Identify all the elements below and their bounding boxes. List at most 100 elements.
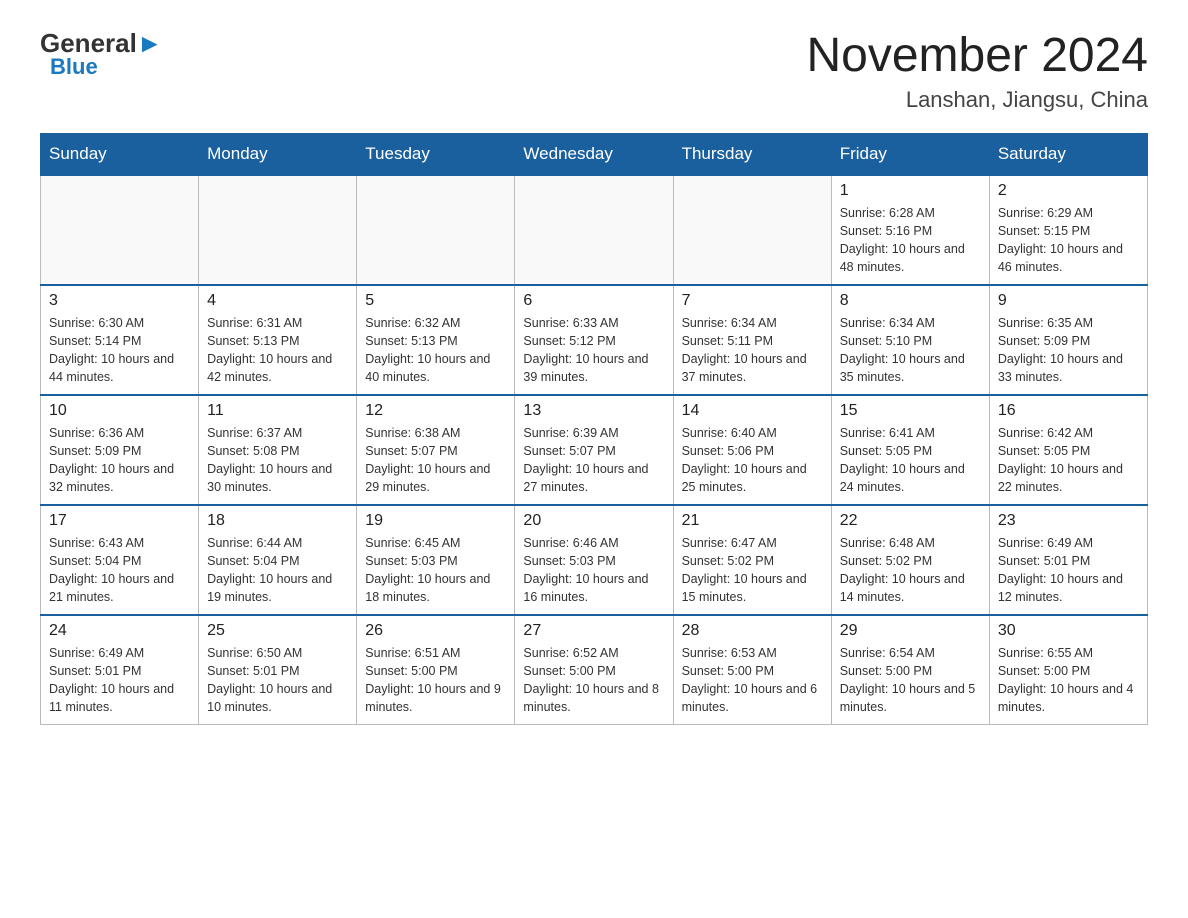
calendar-cell: 3Sunrise: 6:30 AM Sunset: 5:14 PM Daylig… xyxy=(41,285,199,395)
page-header: General► Blue November 2024 Lanshan, Jia… xyxy=(40,30,1148,113)
day-info: Sunrise: 6:34 AM Sunset: 5:11 PM Dayligh… xyxy=(682,314,823,387)
calendar-cell: 10Sunrise: 6:36 AM Sunset: 5:09 PM Dayli… xyxy=(41,395,199,505)
calendar-cell: 2Sunrise: 6:29 AM Sunset: 5:15 PM Daylig… xyxy=(989,175,1147,285)
calendar-cell: 11 Sunrise: 6:37 AM Sunset: 5:08 PM Dayli… xyxy=(199,395,357,505)
day-number: 22 xyxy=(840,512,981,530)
day-info: Sunrise: 6:47 AM Sunset: 5:02 PM Dayligh… xyxy=(682,534,823,607)
calendar-cell: 25Sunrise: 6:50 AM Sunset: 5:01 PM Dayli… xyxy=(199,615,357,725)
calendar-cell: 20Sunrise: 6:46 AM Sunset: 5:03 PM Dayli… xyxy=(515,505,673,615)
calendar-cell: 7 Sunrise: 6:34 AM Sunset: 5:11 PM Daylig… xyxy=(673,285,831,395)
calendar-cell xyxy=(515,175,673,285)
day-info: Sunrise: 6:54 AM Sunset: 5:00 PM Dayligh… xyxy=(840,644,981,717)
day-info: Sunrise: 6:49 AM Sunset: 5:01 PM Dayligh… xyxy=(998,534,1139,607)
calendar-cell: 15Sunrise: 6:41 AM Sunset: 5:05 PM Dayli… xyxy=(831,395,989,505)
calendar-cell: 16Sunrise: 6:42 AM Sunset: 5:05 PM Dayli… xyxy=(989,395,1147,505)
day-info: Sunrise: 6:37 AM Sunset: 5:08 PM Dayligh… xyxy=(207,424,348,497)
location-subtitle: Lanshan, Jiangsu, China xyxy=(806,87,1148,113)
week-row-5: 24 Sunrise: 6:49 AM Sunset: 5:01 PM Dayli… xyxy=(41,615,1148,725)
day-number: 7 xyxy=(682,292,823,310)
calendar-cell: 28 Sunrise: 6:53 AM Sunset: 5:00 PM Dayli… xyxy=(673,615,831,725)
logo-general-text: General► xyxy=(40,30,163,56)
day-info: Sunrise: 6:28 AM Sunset: 5:16 PM Dayligh… xyxy=(840,204,981,277)
day-info: Sunrise: 6:48 AM Sunset: 5:02 PM Dayligh… xyxy=(840,534,981,607)
day-info: Sunrise: 6:30 AM Sunset: 5:14 PM Dayligh… xyxy=(49,314,190,387)
day-number: 1 xyxy=(840,182,981,200)
day-number: 12 xyxy=(365,402,506,420)
day-number: 28 xyxy=(682,622,823,640)
day-info: Sunrise: 6:40 AM Sunset: 5:06 PM Dayligh… xyxy=(682,424,823,497)
calendar-cell: 13 Sunrise: 6:39 AM Sunset: 5:07 PM Dayli… xyxy=(515,395,673,505)
day-number: 30 xyxy=(998,622,1139,640)
day-number: 21 xyxy=(682,512,823,530)
calendar-cell: 24 Sunrise: 6:49 AM Sunset: 5:01 PM Dayli… xyxy=(41,615,199,725)
day-info: Sunrise: 6:53 AM Sunset: 5:00 PM Dayligh… xyxy=(682,644,823,717)
weekday-header-sunday: Sunday xyxy=(41,133,199,175)
day-number: 26 xyxy=(365,622,506,640)
week-row-2: 3Sunrise: 6:30 AM Sunset: 5:14 PM Daylig… xyxy=(41,285,1148,395)
month-year-title: November 2024 xyxy=(806,30,1148,83)
calendar-cell: 5 Sunrise: 6:32 AM Sunset: 5:13 PM Daylig… xyxy=(357,285,515,395)
day-number: 4 xyxy=(207,292,348,310)
calendar-cell: 1 Sunrise: 6:28 AM Sunset: 5:16 PM Daylig… xyxy=(831,175,989,285)
day-info: Sunrise: 6:43 AM Sunset: 5:04 PM Dayligh… xyxy=(49,534,190,607)
calendar-cell: 14 Sunrise: 6:40 AM Sunset: 5:06 PM Dayli… xyxy=(673,395,831,505)
calendar-table: SundayMondayTuesdayWednesdayThursdayFrid… xyxy=(40,133,1148,726)
weekday-header-wednesday: Wednesday xyxy=(515,133,673,175)
day-info: Sunrise: 6:31 AM Sunset: 5:13 PM Dayligh… xyxy=(207,314,348,387)
weekday-header-thursday: Thursday xyxy=(673,133,831,175)
calendar-cell: 19 Sunrise: 6:45 AM Sunset: 5:03 PM Dayli… xyxy=(357,505,515,615)
day-info: Sunrise: 6:35 AM Sunset: 5:09 PM Dayligh… xyxy=(998,314,1139,387)
calendar-cell: 8Sunrise: 6:34 AM Sunset: 5:10 PM Daylig… xyxy=(831,285,989,395)
day-info: Sunrise: 6:39 AM Sunset: 5:07 PM Dayligh… xyxy=(523,424,664,497)
week-row-1: 1 Sunrise: 6:28 AM Sunset: 5:16 PM Daylig… xyxy=(41,175,1148,285)
day-info: Sunrise: 6:34 AM Sunset: 5:10 PM Dayligh… xyxy=(840,314,981,387)
day-number: 16 xyxy=(998,402,1139,420)
calendar-cell: 18 Sunrise: 6:44 AM Sunset: 5:04 PM Dayli… xyxy=(199,505,357,615)
calendar-cell xyxy=(41,175,199,285)
day-info: Sunrise: 6:55 AM Sunset: 5:00 PM Dayligh… xyxy=(998,644,1139,717)
day-number: 24 xyxy=(49,622,190,640)
logo-arrow-icon: ► xyxy=(137,28,163,58)
day-info: Sunrise: 6:32 AM Sunset: 5:13 PM Dayligh… xyxy=(365,314,506,387)
day-number: 14 xyxy=(682,402,823,420)
calendar-cell: 4 Sunrise: 6:31 AM Sunset: 5:13 PM Daylig… xyxy=(199,285,357,395)
day-info: Sunrise: 6:44 AM Sunset: 5:04 PM Dayligh… xyxy=(207,534,348,607)
day-number: 29 xyxy=(840,622,981,640)
day-info: Sunrise: 6:33 AM Sunset: 5:12 PM Dayligh… xyxy=(523,314,664,387)
logo-blue-text: Blue xyxy=(50,56,98,78)
calendar-cell xyxy=(357,175,515,285)
logo: General► Blue xyxy=(40,30,163,78)
calendar-cell: 29 Sunrise: 6:54 AM Sunset: 5:00 PM Dayli… xyxy=(831,615,989,725)
day-info: Sunrise: 6:46 AM Sunset: 5:03 PM Dayligh… xyxy=(523,534,664,607)
weekday-header-saturday: Saturday xyxy=(989,133,1147,175)
day-info: Sunrise: 6:52 AM Sunset: 5:00 PM Dayligh… xyxy=(523,644,664,717)
day-number: 6 xyxy=(523,292,664,310)
title-block: November 2024 Lanshan, Jiangsu, China xyxy=(806,30,1148,113)
day-number: 19 xyxy=(365,512,506,530)
calendar-cell: 22 Sunrise: 6:48 AM Sunset: 5:02 PM Dayli… xyxy=(831,505,989,615)
calendar-cell: 27 Sunrise: 6:52 AM Sunset: 5:00 PM Dayli… xyxy=(515,615,673,725)
weekday-header-friday: Friday xyxy=(831,133,989,175)
day-number: 17 xyxy=(49,512,190,530)
day-info: Sunrise: 6:29 AM Sunset: 5:15 PM Dayligh… xyxy=(998,204,1139,277)
day-info: Sunrise: 6:49 AM Sunset: 5:01 PM Dayligh… xyxy=(49,644,190,717)
day-info: Sunrise: 6:51 AM Sunset: 5:00 PM Dayligh… xyxy=(365,644,506,717)
day-info: Sunrise: 6:38 AM Sunset: 5:07 PM Dayligh… xyxy=(365,424,506,497)
day-info: Sunrise: 6:45 AM Sunset: 5:03 PM Dayligh… xyxy=(365,534,506,607)
day-number: 10 xyxy=(49,402,190,420)
calendar-cell: 21 Sunrise: 6:47 AM Sunset: 5:02 PM Dayli… xyxy=(673,505,831,615)
calendar-cell xyxy=(199,175,357,285)
day-number: 11 xyxy=(207,402,348,420)
day-number: 18 xyxy=(207,512,348,530)
day-number: 5 xyxy=(365,292,506,310)
day-number: 27 xyxy=(523,622,664,640)
calendar-cell: 23Sunrise: 6:49 AM Sunset: 5:01 PM Dayli… xyxy=(989,505,1147,615)
day-number: 9 xyxy=(998,292,1139,310)
calendar-cell: 30 Sunrise: 6:55 AM Sunset: 5:00 PM Dayli… xyxy=(989,615,1147,725)
week-row-3: 10Sunrise: 6:36 AM Sunset: 5:09 PM Dayli… xyxy=(41,395,1148,505)
calendar-cell: 12 Sunrise: 6:38 AM Sunset: 5:07 PM Dayli… xyxy=(357,395,515,505)
week-row-4: 17 Sunrise: 6:43 AM Sunset: 5:04 PM Dayli… xyxy=(41,505,1148,615)
day-info: Sunrise: 6:50 AM Sunset: 5:01 PM Dayligh… xyxy=(207,644,348,717)
day-number: 13 xyxy=(523,402,664,420)
weekday-header-tuesday: Tuesday xyxy=(357,133,515,175)
